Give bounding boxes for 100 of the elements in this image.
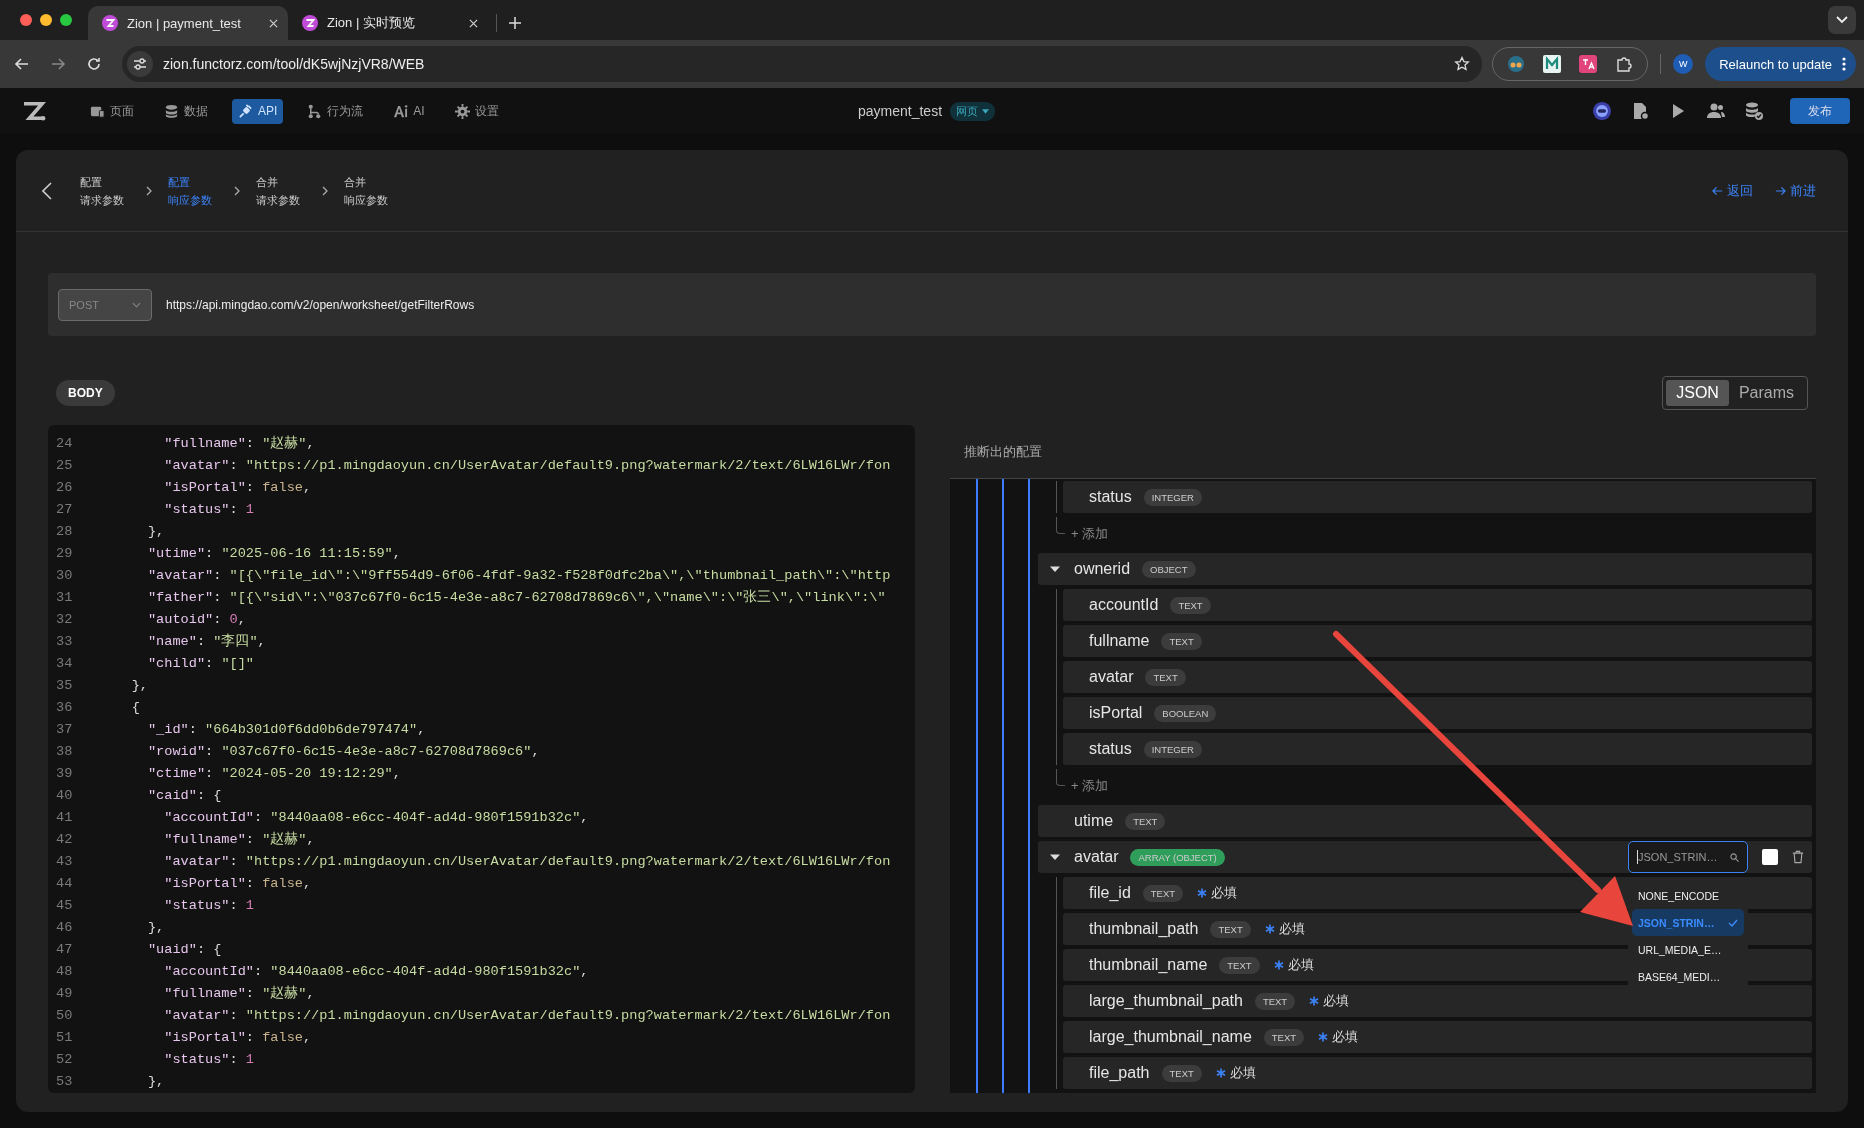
required-label: 必填 xyxy=(1278,920,1305,938)
field-name: ownerid xyxy=(1074,560,1131,578)
line-number: 27 xyxy=(55,501,74,517)
line-number: 28 xyxy=(55,523,74,539)
field-name: status xyxy=(1089,740,1132,758)
line-number: 47 xyxy=(55,941,74,957)
line-number: 33 xyxy=(55,633,74,649)
request-url: https://api.mingdao.com/v2/open/worksheet/getFilterRows xyxy=(166,297,475,312)
code-line: "avatar": "https://p1.mingdaoyun.cn/UserAvatar/default9.png?watermark/2/text/6LW16LWr/fon xyxy=(163,853,891,869)
type-tag: INTEGER xyxy=(1143,740,1202,758)
line-number: 43 xyxy=(55,853,74,869)
line-number: 44 xyxy=(55,875,74,891)
line-number: 25 xyxy=(55,457,74,473)
field-name: status xyxy=(1089,488,1132,506)
line-number: 46 xyxy=(55,919,74,935)
type-tag: TEXT xyxy=(1142,884,1184,902)
required-label: 必填 xyxy=(1332,1028,1359,1046)
code-line: "avatar": "https://p1.mingdaoyun.cn/UserAvatar/default9.png?watermark/2/text/6LW16LWr/fon xyxy=(163,1007,891,1023)
line-number: 34 xyxy=(55,655,74,671)
code-line: "avatar": "https://p1.mingdaoyun.cn/UserAvatar/default9.png?watermark/2/text/6LW16LWr/fon xyxy=(163,457,891,473)
field-name: avatar xyxy=(1089,668,1134,686)
field-name: large_thumbnail_path xyxy=(1089,992,1243,1010)
code-line: }, xyxy=(146,523,165,539)
type-tag: OBJECT xyxy=(1142,560,1196,578)
type-tag: TEXT xyxy=(1263,1028,1305,1046)
code-line: "avatar": "[{\"file_id\":\"9ff554d9-6f06-4fdf-9a32-f528f0dfc2ba\",\"thumbnail_path\":\"http xyxy=(146,567,891,583)
field-name: thumbnail_path xyxy=(1089,920,1199,938)
code-line: "accountId": "8440aa08-e6cc-404f-ad4d-980f1591b32c", xyxy=(163,963,589,979)
required-label: 必填 xyxy=(1323,992,1350,1010)
project-title: payment_test xyxy=(858,103,943,119)
line-number: 42 xyxy=(55,831,74,847)
field-name: file_id xyxy=(1089,884,1131,902)
type-tag: BOOLEAN xyxy=(1154,704,1217,722)
code-line: "name": "李四", xyxy=(146,632,266,650)
code-line: "isPortal": false, xyxy=(163,875,312,891)
code-line: "father": "[{\"sid\":\"037c67f0-6c15-4e3e-a8c7-62708d7869c6\",\"name\":\"张三\",\"link\":\" xyxy=(146,588,886,606)
required-label: 必填 xyxy=(1287,956,1314,974)
field-name: utime xyxy=(1074,812,1114,830)
line-number: 38 xyxy=(55,743,74,759)
field-name: fullname xyxy=(1089,632,1150,650)
line-number: 29 xyxy=(55,545,74,561)
code-line: "accountId": "8440aa08-e6cc-404f-ad4d-980f1591b32c", xyxy=(163,809,589,825)
field-name: large_thumbnail_name xyxy=(1089,1028,1252,1046)
panel-title: 推断出的配置 xyxy=(963,443,1043,461)
code-line: "status": 1 xyxy=(163,897,255,913)
field-name: accountId xyxy=(1089,596,1159,614)
line-number: 31 xyxy=(55,589,74,605)
type-tag: TEXT xyxy=(1210,920,1251,938)
line-number: 50 xyxy=(55,1007,74,1023)
line-number: 30 xyxy=(55,567,74,583)
code-line: "isPortal": false, xyxy=(163,479,312,495)
code-line: "status": 1 xyxy=(163,1051,255,1067)
type-tag: TEXT xyxy=(1254,992,1296,1010)
code-line: { xyxy=(130,699,140,715)
line-number: 37 xyxy=(55,721,74,737)
code-line: "caid": { xyxy=(146,787,222,803)
line-number: 26 xyxy=(55,479,74,495)
line-number: 51 xyxy=(55,1029,74,1045)
field-name: isPortal xyxy=(1089,704,1143,722)
line-number: 40 xyxy=(55,787,74,803)
required-label: 必填 xyxy=(1211,884,1238,902)
code-line: "child": "[]" xyxy=(146,655,255,671)
code-line: "fullname": "赵赫", xyxy=(163,830,315,848)
line-number: 52 xyxy=(55,1051,74,1067)
code-line: "fullname": "赵赫", xyxy=(163,434,315,452)
line-number: 41 xyxy=(55,809,74,825)
code-line: "rowid": "037c67f0-6c15-4e3e-a8c7-62708d7869c6", xyxy=(146,743,540,759)
line-number: 35 xyxy=(55,677,74,693)
code-line: }, xyxy=(146,919,165,935)
type-tag: INTEGER xyxy=(1143,488,1202,506)
code-line: "_id": "664b301d0f6dd0b6de797474", xyxy=(146,721,426,737)
code-line: "status": 1 xyxy=(163,501,255,517)
section-label: BODY xyxy=(56,380,115,406)
type-tag: TEXT xyxy=(1219,956,1260,974)
field-name: avatar xyxy=(1074,848,1119,866)
code-line: }, xyxy=(130,677,148,693)
code-line: "ctime": "2024-05-20 19:12:29", xyxy=(146,765,401,781)
code-line: "uaid": { xyxy=(146,941,222,957)
line-number: 48 xyxy=(55,963,74,979)
field-name: thumbnail_name xyxy=(1089,956,1208,974)
line-number: 39 xyxy=(55,765,74,781)
type-tag: TEXT xyxy=(1145,668,1186,686)
type-tag: TEXT xyxy=(1170,596,1211,614)
code-line: "utime": "2025-06-16 11:15:59", xyxy=(146,545,401,561)
type-tag: TEXT xyxy=(1161,1064,1202,1082)
line-number: 45 xyxy=(55,897,74,913)
line-number: 32 xyxy=(55,611,74,627)
line-number: 49 xyxy=(55,985,74,1001)
line-number: 36 xyxy=(55,699,74,715)
code-line: }, xyxy=(146,1073,165,1089)
line-number: 53 xyxy=(55,1073,74,1089)
code-line: "autoid": 0, xyxy=(146,611,246,627)
type-tag: TEXT xyxy=(1161,632,1202,650)
line-number: 24 xyxy=(55,435,74,451)
field-name: file_path xyxy=(1089,1064,1150,1082)
type-tag: TEXT xyxy=(1125,812,1166,830)
required-label: 必填 xyxy=(1229,1064,1256,1082)
code-line: "fullname": "赵赫", xyxy=(163,984,315,1002)
type-tag: ARRAY (OBJECT) xyxy=(1130,848,1225,866)
code-line: "isPortal": false, xyxy=(163,1029,312,1045)
